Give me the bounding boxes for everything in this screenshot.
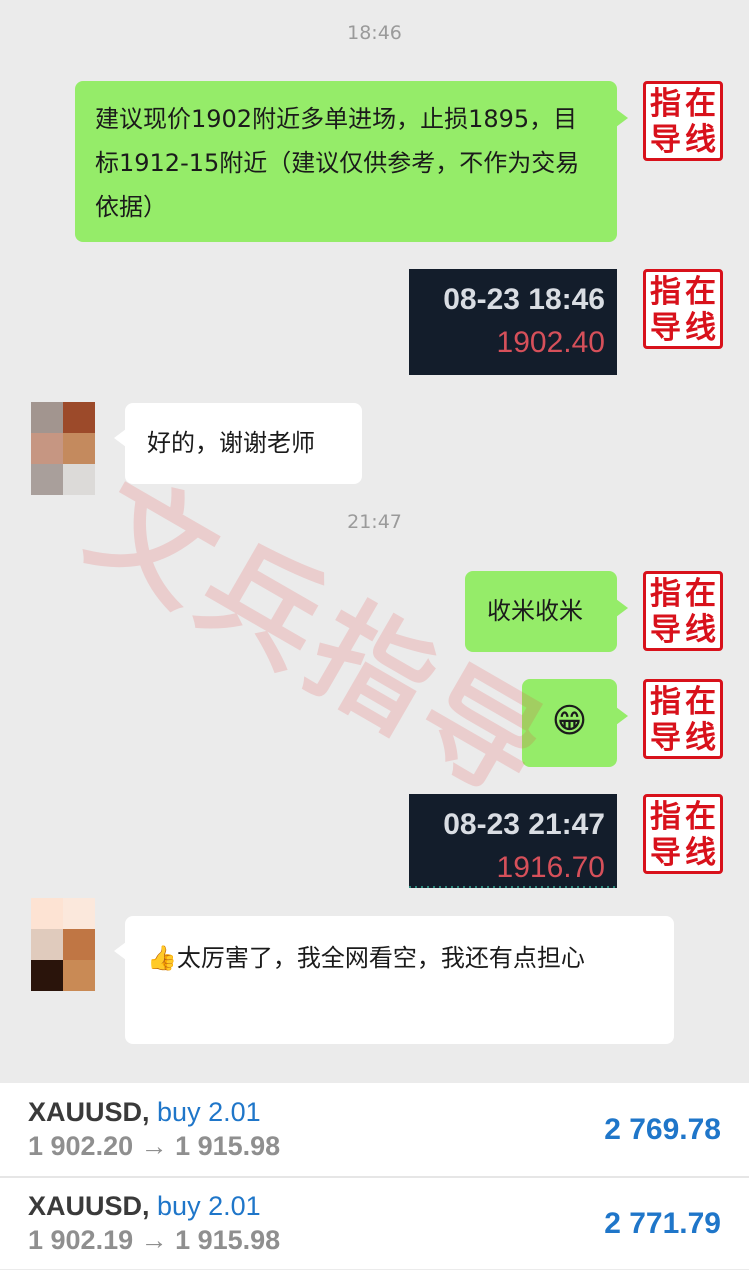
avatar-seal[interactable]: 指 在 导 线 xyxy=(643,269,723,349)
outgoing-price-card[interactable]: 08-23 18:46 1902.40 xyxy=(409,269,617,375)
trade-row[interactable]: XAUUSD, buy 2.01 1 902.20 → 1 915.98 2 7… xyxy=(0,1083,749,1176)
seal-char: 线 xyxy=(685,720,716,756)
trade-symbol-line: XAUUSD, buy 2.01 xyxy=(28,1097,261,1128)
avatar-user-blurred[interactable] xyxy=(31,402,95,496)
seal-char: 在 xyxy=(685,799,716,835)
incoming-message-praise[interactable]: 👍太厉害了，我全网看空，我还有点担心 xyxy=(114,916,674,1044)
seal-char: 线 xyxy=(685,612,716,648)
message-text: 太厉害了，我全网看空，我还有点担心 xyxy=(176,944,585,972)
seal-char: 导 xyxy=(650,122,681,158)
seal-char: 在 xyxy=(685,274,716,310)
outgoing-message-take-profit[interactable]: 收米收米 xyxy=(465,571,628,652)
timestamp-separator: 18:46 xyxy=(347,22,402,44)
incoming-message-ok[interactable]: 好的，谢谢老师 xyxy=(114,403,362,484)
seal-char: 线 xyxy=(685,122,716,158)
seal-char: 在 xyxy=(685,684,716,720)
trade-profit: 2 771.79 xyxy=(604,1207,721,1240)
chart-dotted-line xyxy=(409,886,617,888)
avatar-user-blurred[interactable] xyxy=(31,898,95,992)
seal-char: 在 xyxy=(685,576,716,612)
trade-side: buy 2.01 xyxy=(157,1191,261,1221)
seal-char: 指 xyxy=(650,799,681,835)
seal-char: 指 xyxy=(650,86,681,122)
outgoing-message-advice[interactable]: 建议现价1902附近多单进场，止损1895，目标1912-15附近（建议仅供参考… xyxy=(75,81,628,242)
price-card-time: 08-23 18:46 xyxy=(443,283,605,316)
seal-char: 导 xyxy=(650,720,681,756)
price-card-price: 1902.40 xyxy=(496,326,605,359)
seal-char: 指 xyxy=(650,274,681,310)
outgoing-price-card[interactable]: 08-23 21:47 1916.70 xyxy=(409,794,617,888)
price-card-time: 08-23 21:47 xyxy=(443,808,605,841)
seal-char: 导 xyxy=(650,310,681,346)
seal-char: 线 xyxy=(685,310,716,346)
avatar-seal[interactable]: 指 在 导 线 xyxy=(643,794,723,874)
trade-price-range: 1 902.20 → 1 915.98 xyxy=(28,1131,281,1161)
seal-char: 在 xyxy=(685,86,716,122)
seal-char: 指 xyxy=(650,576,681,612)
seal-char: 指 xyxy=(650,684,681,720)
timestamp-separator: 21:47 xyxy=(347,511,402,533)
message-text: 好的，谢谢老师 xyxy=(147,429,315,457)
trade-symbol: XAUUSD, xyxy=(28,1097,150,1127)
message-text: 收米收米 xyxy=(487,597,583,625)
seal-char: 导 xyxy=(650,835,681,871)
trade-symbol: XAUUSD, xyxy=(28,1191,150,1221)
price-card-price: 1916.70 xyxy=(496,851,605,884)
avatar-seal[interactable]: 指 在 导 线 xyxy=(643,81,723,161)
trade-row[interactable]: XAUUSD, buy 2.01 1 902.19 → 1 915.98 2 7… xyxy=(0,1177,749,1270)
trade-profit: 2 769.78 xyxy=(604,1113,721,1146)
trade-price-range: 1 902.19 → 1 915.98 xyxy=(28,1225,281,1255)
trade-symbol-line: XAUUSD, buy 2.01 xyxy=(28,1191,261,1222)
outgoing-message-emoji[interactable]: 😁 xyxy=(522,679,628,767)
avatar-seal[interactable]: 指 在 导 线 xyxy=(643,571,723,651)
seal-char: 线 xyxy=(685,835,716,871)
grin-emoji-icon: 😁 xyxy=(551,701,588,741)
message-text: 建议现价1902附近多单进场，止损1895，目标1912-15附近（建议仅供参考… xyxy=(95,105,580,221)
avatar-seal[interactable]: 指 在 导 线 xyxy=(643,679,723,759)
trade-side: buy 2.01 xyxy=(157,1097,261,1127)
seal-char: 导 xyxy=(650,612,681,648)
thumbs-up-icon: 👍 xyxy=(147,944,177,972)
